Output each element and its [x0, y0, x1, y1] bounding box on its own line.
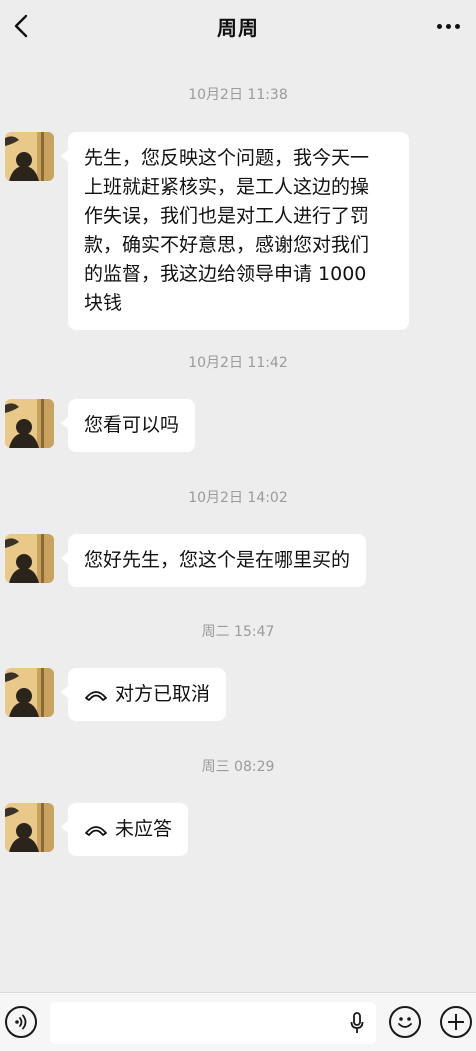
- plus-icon: [448, 1014, 464, 1030]
- phone-hangup-icon: [85, 825, 107, 836]
- more-button[interactable]: [430, 12, 466, 40]
- input-bar: [0, 992, 476, 1051]
- chat-header: 周周: [0, 0, 476, 52]
- call-record-bubble[interactable]: 未应答: [60, 803, 189, 856]
- message-bubble[interactable]: 您好先生，您这个是在哪里买的: [60, 534, 367, 587]
- mic-icon[interactable]: [350, 1012, 364, 1034]
- message-text: 您好先生，您这个是在哪里买的: [84, 549, 351, 571]
- call-status-text: 对方已取消: [115, 683, 211, 705]
- message-text-line: 的监督，我这边给领导申请 1000: [84, 263, 367, 285]
- avatar[interactable]: [5, 132, 54, 181]
- message-bubble[interactable]: 您看可以吗: [60, 399, 196, 452]
- voice-input-button[interactable]: [5, 1006, 37, 1038]
- message-input[interactable]: [50, 1002, 376, 1044]
- timestamp: 10月2日 11:42: [188, 355, 288, 371]
- timestamp: 10月2日 14:02: [188, 490, 288, 506]
- timestamp: 10月2日 11:38: [188, 87, 288, 103]
- emoji-icon: [398, 1017, 412, 1028]
- timestamp: 周二 15:47: [201, 624, 275, 640]
- message-text-line: 上班就赶紧核实，是工人这边的操: [84, 176, 370, 198]
- timestamp: 周三 08:29: [201, 759, 275, 775]
- message-text-line: 先生，您反映这个问题，我今天一: [84, 147, 370, 169]
- message-text: 您看可以吗: [84, 414, 180, 436]
- phone-hangup-icon: [85, 690, 107, 701]
- message-text-line: 作失误，我们也是对工人进行了罚: [84, 205, 370, 227]
- emoji-button[interactable]: [389, 1006, 421, 1038]
- more-dots-icon: [435, 23, 462, 29]
- avatar[interactable]: [5, 534, 54, 583]
- more-functions-button[interactable]: [440, 1006, 472, 1038]
- message-text-line: 款，确实不好意思，感谢您对我们: [84, 234, 370, 256]
- avatar[interactable]: [5, 399, 54, 448]
- avatar[interactable]: [5, 668, 54, 717]
- call-status-text: 未应答: [115, 818, 173, 840]
- message-bubble[interactable]: 先生，您反映这个问题，我今天一 上班就赶紧核实，是工人这边的操 作失误，我们也是…: [61, 132, 409, 330]
- call-record-bubble[interactable]: 对方已取消: [60, 668, 227, 721]
- avatar[interactable]: [5, 803, 54, 852]
- voice-icon: [15, 1014, 27, 1030]
- message-text-line: 块钱: [84, 292, 123, 314]
- chat-title: 周周: [217, 16, 259, 40]
